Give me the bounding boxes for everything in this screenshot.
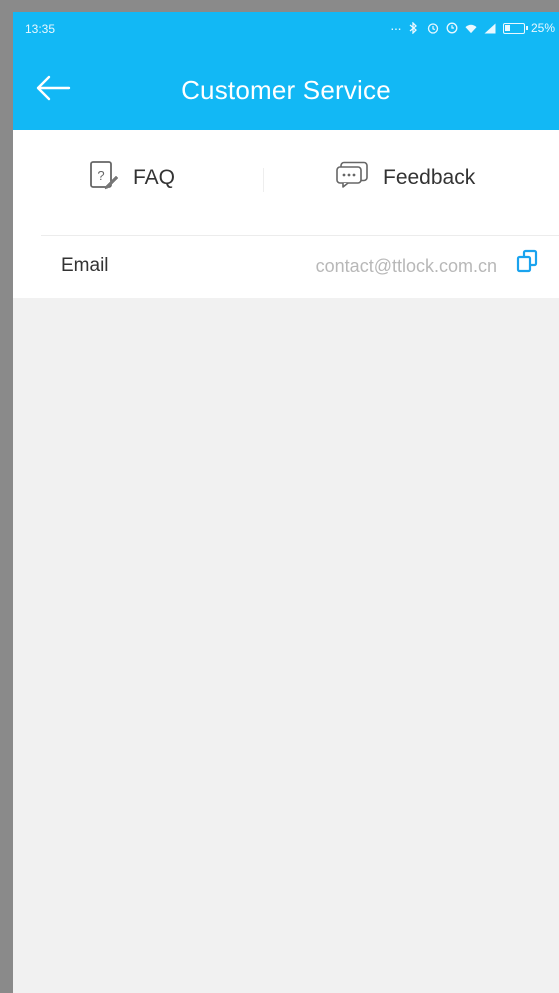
- battery-icon: 25%: [502, 21, 555, 35]
- copy-button[interactable]: [513, 249, 541, 277]
- bluetooth-icon: [408, 22, 420, 34]
- email-value[interactable]: contact@ttlock.com.cn: [316, 256, 497, 277]
- feedback-button[interactable]: Feedback: [335, 130, 475, 225]
- status-time: 13:35: [25, 22, 56, 36]
- email-label: Email: [61, 255, 109, 276]
- svg-text:?: ?: [97, 168, 104, 183]
- chat-bubble-icon: [335, 161, 369, 194]
- faq-button[interactable]: ? FAQ: [89, 130, 175, 225]
- wifi-icon: [465, 22, 477, 34]
- alarm-icon: [427, 22, 439, 34]
- faq-icon: ?: [89, 160, 119, 195]
- signal-icon: [484, 22, 496, 34]
- clock-icon: [446, 22, 458, 34]
- page-title: Customer Service: [181, 75, 391, 105]
- service-tabs: ? FAQ Feedback: [13, 130, 559, 225]
- tab-divider: [263, 168, 264, 192]
- status-bar: 13:35 ··· 25%: [13, 12, 559, 48]
- battery-percent: 25%: [530, 21, 555, 35]
- copy-icon: [515, 249, 539, 278]
- ellipsis-icon: ···: [389, 20, 402, 36]
- app-bar: 13:35 ··· 25% Customer Service: [13, 12, 559, 130]
- status-icons: ··· 25%: [390, 21, 555, 35]
- phone-screen: 13:35 ··· 25% Customer Service ? FAQ Fee…: [13, 12, 559, 993]
- feedback-label: Feedback: [383, 165, 476, 189]
- faq-label: FAQ: [133, 165, 176, 189]
